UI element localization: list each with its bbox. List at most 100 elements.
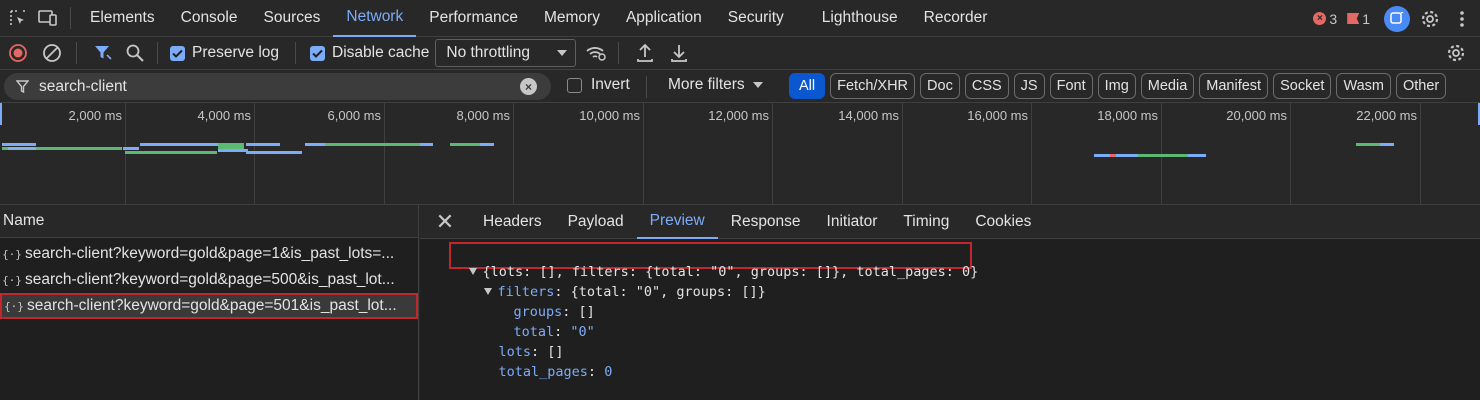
clear-filter-icon[interactable]: × xyxy=(520,78,537,95)
export-har-icon[interactable] xyxy=(667,41,691,65)
clear-icon[interactable] xyxy=(40,41,64,65)
tab-network[interactable]: Network xyxy=(333,0,417,37)
timeline-bar xyxy=(246,143,280,146)
invert-checkbox[interactable]: Invert xyxy=(567,76,630,94)
checkbox-checked-icon xyxy=(310,45,326,61)
request-row[interactable]: {·} search-client?keyword=gold&page=1&is… xyxy=(0,241,418,267)
type-filter-doc[interactable]: Doc xyxy=(920,73,960,99)
filter-input-value: search-client xyxy=(39,77,127,95)
filter-icon[interactable] xyxy=(91,41,115,65)
timeline-gridline xyxy=(772,103,773,204)
tab-elements[interactable]: Elements xyxy=(77,0,168,37)
timeline-bar xyxy=(1110,154,1116,157)
error-count-value: 3 xyxy=(1329,10,1338,27)
filter-funnel-icon xyxy=(16,80,29,93)
settings-gear-icon[interactable] xyxy=(1418,7,1442,31)
timeline-gridline xyxy=(384,103,385,204)
dropdown-arrow-icon xyxy=(557,50,568,56)
timeline-tick: 10,000 ms xyxy=(579,108,640,123)
json-total-pages-line: total_pages: 0 xyxy=(466,348,613,396)
timeline-overview[interactable]: 2,000 ms 4,000 ms 6,000 ms 8,000 ms 10,0… xyxy=(0,103,1480,205)
ai-assistance-icon[interactable] xyxy=(1384,5,1410,32)
type-filter-all[interactable]: All xyxy=(789,73,826,99)
request-details-panel: ✕ Headers Payload Preview Response Initi… xyxy=(420,205,1480,400)
json-sep: : xyxy=(587,364,605,380)
timeline-gridline xyxy=(513,103,514,204)
json-string-value: "0" xyxy=(570,324,595,340)
timeline-tick: 12,000 ms xyxy=(708,108,769,123)
tab-headers[interactable]: Headers xyxy=(470,205,555,239)
timeline-gridline xyxy=(643,103,644,204)
xhr-request-icon: {·} xyxy=(4,299,24,313)
tab-lighthouse[interactable]: Lighthouse xyxy=(809,0,911,37)
more-filters-label: More filters xyxy=(668,76,745,93)
request-row-selected[interactable]: {·} search-client?keyword=gold&page=501&… xyxy=(0,293,418,319)
type-filter-js[interactable]: JS xyxy=(1013,73,1045,99)
tab-response[interactable]: Response xyxy=(718,205,814,239)
error-count[interactable]: × 3 xyxy=(1313,11,1337,27)
disable-cache-checkbox[interactable]: Disable cache xyxy=(310,44,429,62)
timeline-bar xyxy=(325,143,420,146)
json-key: total_pages xyxy=(498,364,588,380)
request-name: search-client?keyword=gold&page=500&is_p… xyxy=(25,271,395,288)
timeline-tick: 14,000 ms xyxy=(838,108,899,123)
tab-preview[interactable]: Preview xyxy=(636,205,718,239)
tab-security[interactable]: Security xyxy=(715,0,797,37)
more-filters-dropdown[interactable]: More filters xyxy=(668,76,763,94)
request-list: Name {·} search-client?keyword=gold&page… xyxy=(0,205,419,400)
timeline-gridline xyxy=(902,103,903,204)
more-options-icon[interactable] xyxy=(1450,7,1474,31)
timeline-tick: 2,000 ms xyxy=(68,108,122,123)
preserve-log-label: Preserve log xyxy=(192,44,280,61)
tab-application[interactable]: Application xyxy=(613,0,715,37)
device-toolbar-icon[interactable] xyxy=(36,6,60,30)
throttling-select[interactable]: No throttling xyxy=(435,39,577,67)
filter-input[interactable]: search-client × xyxy=(4,73,551,100)
timeline-bar xyxy=(2,143,36,146)
details-tabbar: ✕ Headers Payload Preview Response Initi… xyxy=(420,205,1480,239)
checkbox-unchecked-icon xyxy=(567,77,582,93)
timeline-handle-left[interactable] xyxy=(0,103,2,125)
type-filter-font[interactable]: Font xyxy=(1049,73,1093,99)
import-har-icon[interactable] xyxy=(633,41,657,65)
tab-recorder[interactable]: Recorder xyxy=(911,0,1001,37)
network-settings-gear-icon[interactable] xyxy=(1444,41,1468,65)
tab-initiator[interactable]: Initiator xyxy=(814,205,891,239)
tab-memory[interactable]: Memory xyxy=(531,0,613,37)
search-icon[interactable] xyxy=(123,41,147,65)
preserve-log-checkbox[interactable]: Preserve log xyxy=(170,44,279,62)
tab-performance[interactable]: Performance xyxy=(416,0,531,37)
type-filter-wasm[interactable]: Wasm xyxy=(1336,73,1391,99)
type-filter-fetch-xhr[interactable]: Fetch/XHR xyxy=(830,73,916,99)
request-row[interactable]: {·} search-client?keyword=gold&page=500&… xyxy=(0,267,418,293)
warning-count[interactable]: 1 xyxy=(1347,11,1370,27)
inspect-element-icon[interactable] xyxy=(6,6,30,30)
timeline-tick: 22,000 ms xyxy=(1356,108,1417,123)
timeline-tick: 20,000 ms xyxy=(1226,108,1287,123)
timeline-gridline xyxy=(1290,103,1291,204)
disable-cache-label: Disable cache xyxy=(332,44,430,61)
network-toolbar: Preserve log Disable cache No throttling xyxy=(0,37,1480,70)
type-filter-css[interactable]: CSS xyxy=(964,73,1009,99)
name-column-header[interactable]: Name xyxy=(0,205,418,238)
network-conditions-icon[interactable] xyxy=(584,41,608,65)
tab-timing[interactable]: Timing xyxy=(890,205,962,239)
timeline-bar xyxy=(246,151,302,154)
type-filter-media[interactable]: Media xyxy=(1140,73,1195,99)
tab-sources[interactable]: Sources xyxy=(251,0,334,37)
type-filter-socket[interactable]: Socket xyxy=(1273,73,1332,99)
tab-cookies[interactable]: Cookies xyxy=(962,205,1044,239)
close-details-icon[interactable]: ✕ xyxy=(420,205,470,239)
checkbox-checked-icon xyxy=(170,45,185,61)
tab-console[interactable]: Console xyxy=(168,0,251,37)
tabbar-right: × 3 1 xyxy=(1313,0,1480,37)
timeline-tick: 4,000 ms xyxy=(197,108,251,123)
type-filter-img[interactable]: Img xyxy=(1097,73,1136,99)
record-stop-icon[interactable] xyxy=(6,41,30,65)
type-filter-manifest[interactable]: Manifest xyxy=(1199,73,1269,99)
issue-flag-icon xyxy=(1347,13,1360,24)
timeline-bar xyxy=(8,147,36,150)
type-filter-other[interactable]: Other xyxy=(1395,73,1447,99)
tab-payload[interactable]: Payload xyxy=(555,205,637,239)
timeline-tick: 16,000 ms xyxy=(967,108,1028,123)
